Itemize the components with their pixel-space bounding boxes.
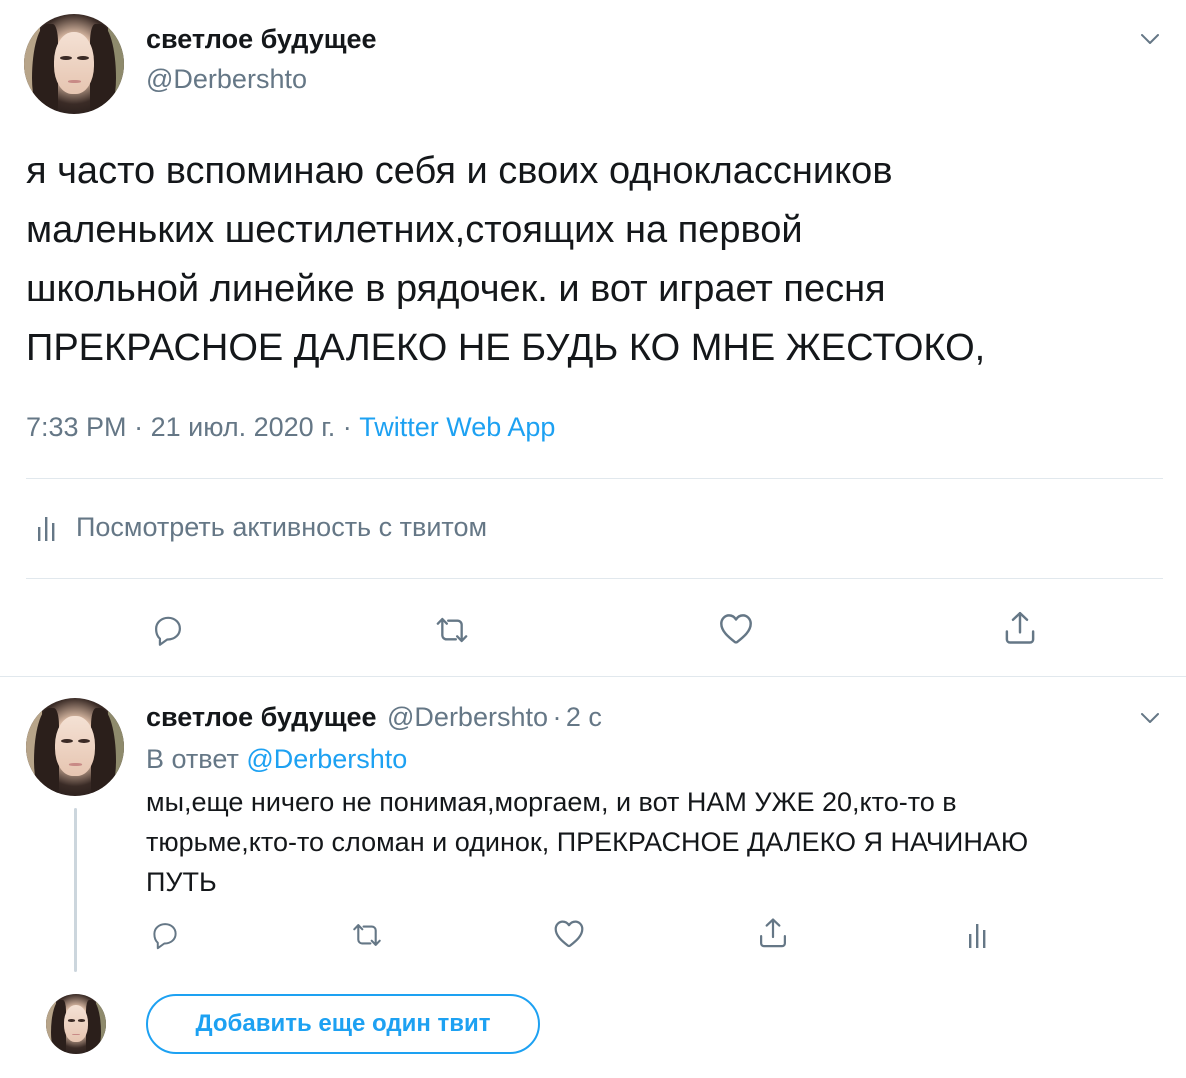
reply-analytics-button[interactable] [960,916,996,954]
view-activity-label[interactable]: Посмотреть активность с твитом [76,512,487,543]
analytics-icon [969,924,986,948]
reply-author-avatar[interactable] [26,698,124,796]
reply-to-handle[interactable]: @Derbershto [246,744,407,774]
heart-icon [554,920,584,948]
section-divider [0,676,1186,677]
retweet-icon [353,924,381,946]
view-activity-link[interactable]: Посмотреть активность с твитом [36,512,487,543]
current-user-avatar[interactable] [46,994,106,1054]
tweet-time[interactable]: 7:33 PM [26,412,127,442]
share-button[interactable] [998,606,1042,650]
meta-separator: · [134,412,144,442]
reply-button[interactable] [146,608,190,652]
tweet-text-line: маленьких шестилетних,стоящих на первой [26,209,803,251]
author-name[interactable]: светлое будущее [146,24,377,55]
reply-text-line: тюрьме,кто-то сломан и одинок, ПРЕКРАСНО… [146,827,1029,857]
author-handle[interactable]: @Derbershto [146,64,307,95]
divider [26,478,1163,479]
reply-like-button[interactable] [550,914,588,952]
reply-icon [155,616,181,646]
divider [26,578,1163,579]
reply-icon [153,923,177,950]
meta-separator: · [342,412,352,442]
reply-reply-button[interactable] [146,916,184,954]
reply-context: В ответ @Derbershto [146,744,407,775]
tweet-text: я часто вспоминаю себя и своих однокласс… [26,142,985,378]
tweet-text-line: школьной линейке в рядочек. и вот играет… [26,268,886,310]
tweet-text-line: ПРЕКРАСНОЕ ДАЛЕКО НЕ БУДЬ КО МНЕ ЖЕСТОКО… [26,327,986,369]
heart-icon [720,614,752,644]
reply-age[interactable]: 2 с [566,702,602,732]
analytics-icon [38,516,55,541]
author-avatar[interactable] [24,14,124,114]
meta-separator: · [552,702,562,732]
reply-retweet-button[interactable] [348,916,386,954]
share-icon [1005,611,1035,644]
reply-header: светлое будущее @Derbershto · 2 с [146,702,602,733]
reply-author-name[interactable]: светлое будущее [146,702,377,732]
tweet-meta: 7:33 PM · 21 июл. 2020 г. · Twitter Web … [26,412,555,443]
retweet-icon [436,617,468,643]
reply-text-line: мы,еще ничего не понимая,моргаем, и вот … [146,787,957,817]
tweet-date[interactable]: 21 июл. 2020 г. [151,412,336,442]
reply-share-button[interactable] [754,914,792,952]
add-another-tweet-button[interactable]: Добавить еще один твит [146,994,540,1054]
tweet-text-line: я часто вспоминаю себя и своих однокласс… [26,150,893,192]
reply-text-line: ПУТЬ [146,867,217,897]
retweet-button[interactable] [430,608,474,652]
thread-line [74,808,77,972]
like-button[interactable] [714,606,758,650]
reply-text: мы,еще ничего не понимая,моргаем, и вот … [146,782,1028,902]
share-icon [760,918,786,948]
chevron-down-icon[interactable] [1140,711,1160,725]
reply-to-prefix: В ответ [146,744,239,774]
tweet-source-link[interactable]: Twitter Web App [359,412,555,442]
reply-author-handle[interactable]: @Derbershto [387,702,548,732]
chevron-down-icon[interactable] [1140,32,1160,46]
